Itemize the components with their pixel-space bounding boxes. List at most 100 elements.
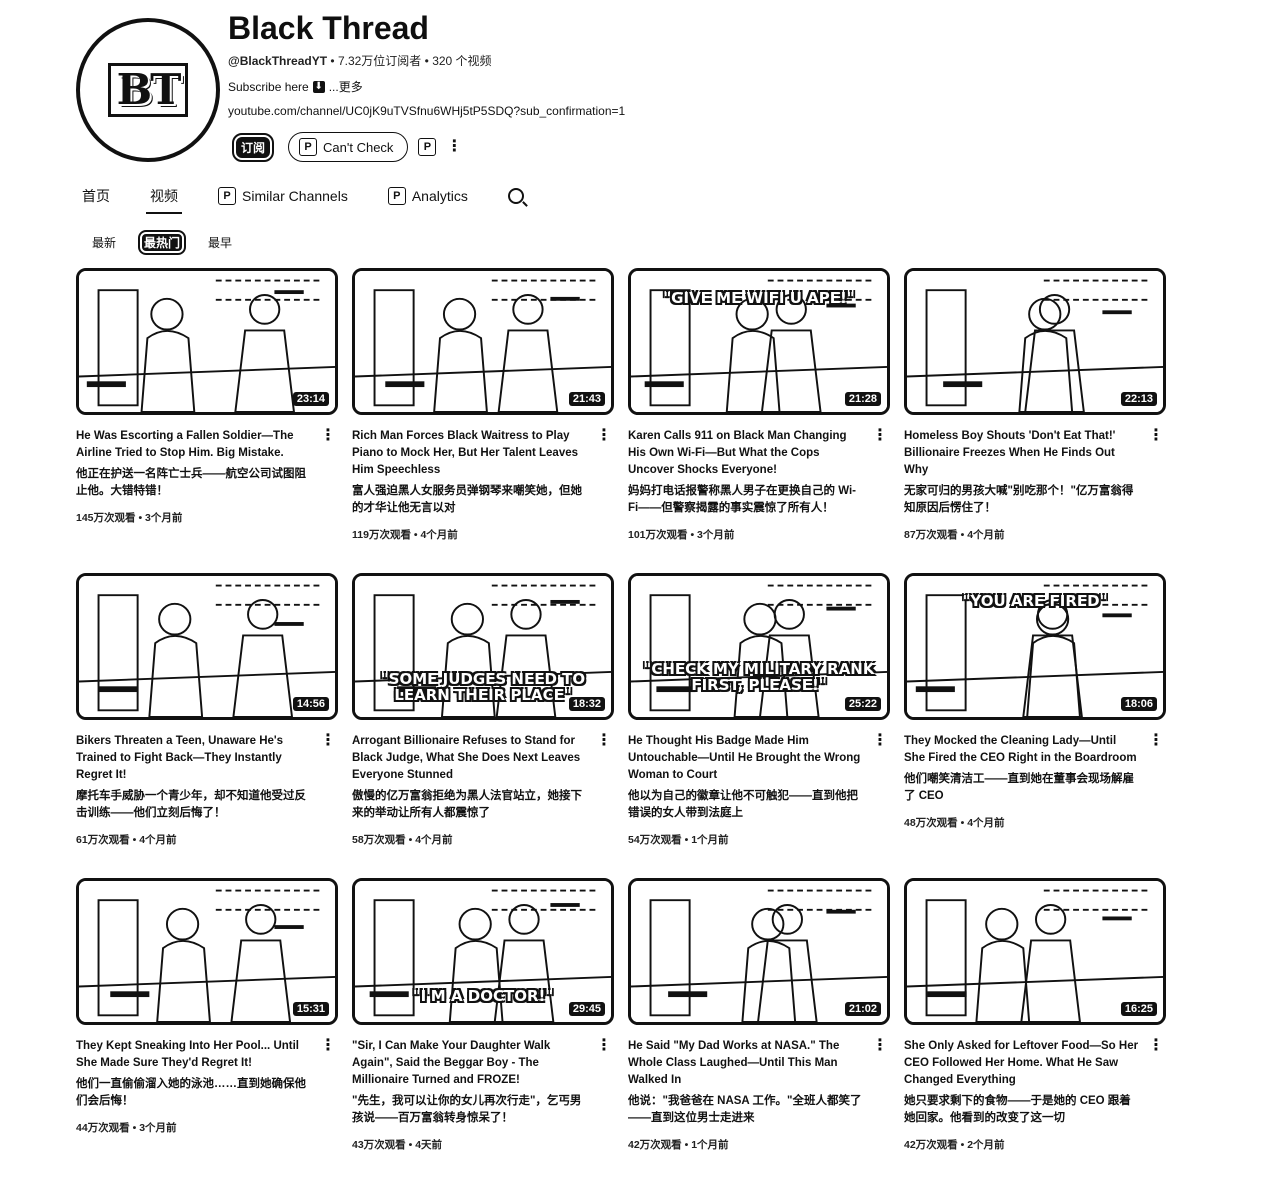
video-card[interactable]: "SOME JUDGES NEED TO LEARN THEIR PLACE" 1… xyxy=(352,573,614,846)
filter-popular[interactable]: 最热门 xyxy=(138,230,187,255)
video-title[interactable]: He Was Escorting a Fallen Soldier—The Ai… xyxy=(76,428,312,527)
more-vert-icon[interactable]: ⋮ xyxy=(596,733,612,749)
video-title[interactable]: He Thought His Badge Made Him Untouchabl… xyxy=(628,733,864,849)
video-title-translation: 他们嘲笑清洁工——直到她在董事会现场解雇了 CEO xyxy=(904,773,1134,802)
video-title-en[interactable]: She Only Asked for Leftover Food—So Her … xyxy=(904,1038,1140,1089)
video-stats: 119万次观看 • 4个月前 xyxy=(352,527,588,544)
video-title-en[interactable]: Homeless Boy Shouts 'Don't Eat That!' Bi… xyxy=(904,428,1140,479)
publish-age: 4个月前 xyxy=(967,817,1005,829)
thumbnail-image xyxy=(79,271,335,412)
channel-name: Black Thread xyxy=(228,10,429,46)
tab-home[interactable]: 首页 xyxy=(82,180,110,212)
video-thumbnail[interactable]: "GIVE ME WIFI U APE!" 21:28 xyxy=(628,268,890,415)
more-vert-icon[interactable]: ⋮ xyxy=(596,428,612,444)
video-title[interactable]: Arrogant Billionaire Refuses to Stand fo… xyxy=(352,733,588,849)
filter-oldest[interactable]: 最早 xyxy=(202,230,238,255)
video-title-en[interactable]: They Mocked the Cleaning Lady—Until She … xyxy=(904,733,1140,767)
video-thumbnail[interactable]: 21:43 xyxy=(352,268,614,415)
more-vert-icon[interactable]: ⋮ xyxy=(872,428,888,444)
video-card[interactable]: "GIVE ME WIFI U APE!" 21:28 Karen Calls 91… xyxy=(628,268,890,541)
cant-check-button[interactable]: P Can't Check xyxy=(288,132,409,162)
channel-logo: BT xyxy=(107,63,189,117)
tab-videos[interactable]: 视频 xyxy=(146,180,182,214)
channel-avatar[interactable]: BT xyxy=(76,18,220,162)
video-title-en[interactable]: Rich Man Forces Black Waitress to Play P… xyxy=(352,428,588,479)
video-title[interactable]: They Mocked the Cleaning Lady—Until She … xyxy=(904,733,1140,832)
video-card[interactable]: 16:25 She Only Asked for Leftover Food—So… xyxy=(904,878,1166,1151)
separator: • xyxy=(405,1139,416,1151)
publish-age: 4个月前 xyxy=(967,529,1005,541)
video-thumbnail[interactable]: 21:02 xyxy=(628,878,890,1025)
video-card[interactable]: "CHECK MY MILITARY RANK FIRST, PLEASE!" 2… xyxy=(628,573,890,846)
video-title[interactable]: Karen Calls 911 on Black Man Changing Hi… xyxy=(628,428,864,544)
video-duration: 18:06 xyxy=(1120,697,1157,711)
video-title-en[interactable]: He Was Escorting a Fallen Soldier—The Ai… xyxy=(76,428,312,462)
view-count: 42万次观看 xyxy=(904,1139,958,1151)
more-vert-icon[interactable]: ⋮ xyxy=(446,139,462,155)
thumbnail-image xyxy=(907,881,1163,1022)
video-title[interactable]: Bikers Threaten a Teen, Unaware He's Tra… xyxy=(76,733,312,849)
subscriber-count: 7.32万位订阅者 xyxy=(337,54,422,68)
video-card[interactable]: "YOU ARE FIRED" 18:06 They Mocked the Clea… xyxy=(904,573,1166,829)
more-vert-icon[interactable]: ⋮ xyxy=(1148,1038,1164,1054)
video-card[interactable]: "I'M A DOCTOR!" 29:45 "Sir, I Can Make You… xyxy=(352,878,614,1151)
more-vert-icon[interactable]: ⋮ xyxy=(872,1038,888,1054)
video-thumbnail[interactable]: "CHECK MY MILITARY RANK FIRST, PLEASE!" 2… xyxy=(628,573,890,720)
video-title[interactable]: She Only Asked for Leftover Food—So Her … xyxy=(904,1038,1140,1154)
video-thumbnail[interactable]: "YOU ARE FIRED" 18:06 xyxy=(904,573,1166,720)
subscribe-button[interactable]: 订阅 xyxy=(228,132,279,162)
sort-filters: 最新 最热门 最早 xyxy=(86,230,238,255)
more-vert-icon[interactable]: ⋮ xyxy=(872,733,888,749)
video-card[interactable]: 15:31 They Kept Sneaking Into Her Pool...… xyxy=(76,878,338,1134)
video-card[interactable]: 21:43 Rich Man Forces Black Waitress to P… xyxy=(352,268,614,541)
more-link[interactable]: ...更多 xyxy=(329,78,363,95)
video-thumbnail[interactable]: 16:25 xyxy=(904,878,1166,1025)
video-title-en[interactable]: He Thought His Badge Made Him Untouchabl… xyxy=(628,733,864,784)
video-thumbnail[interactable]: 15:31 xyxy=(76,878,338,1025)
video-card[interactable]: 14:56 Bikers Threaten a Teen, Unaware He'… xyxy=(76,573,338,846)
more-vert-icon[interactable]: ⋮ xyxy=(320,1038,336,1054)
more-vert-icon[interactable]: ⋮ xyxy=(320,733,336,749)
video-title[interactable]: Homeless Boy Shouts 'Don't Eat That!' Bi… xyxy=(904,428,1140,544)
publish-age: 4个月前 xyxy=(139,834,177,846)
video-count: 320 个视频 xyxy=(432,54,492,68)
video-card[interactable]: 23:14 He Was Escorting a Fallen Soldier—T… xyxy=(76,268,338,524)
video-card[interactable]: 21:02 He Said "My Dad Works at NASA." The… xyxy=(628,878,890,1151)
more-vert-icon[interactable]: ⋮ xyxy=(1148,428,1164,444)
video-title[interactable]: They Kept Sneaking Into Her Pool... Unti… xyxy=(76,1038,312,1137)
video-title[interactable]: Rich Man Forces Black Waitress to Play P… xyxy=(352,428,588,544)
channel-description[interactable]: Subscribe here ⬇ ...更多 xyxy=(228,78,363,95)
channel-url[interactable]: youtube.com/channel/UC0jK9uTVSfnu6WHj5tP… xyxy=(228,104,625,118)
more-vert-icon[interactable]: ⋮ xyxy=(596,1038,612,1054)
filter-latest[interactable]: 最新 xyxy=(86,230,122,255)
video-title-en[interactable]: They Kept Sneaking Into Her Pool... Unti… xyxy=(76,1038,312,1072)
video-thumbnail[interactable]: "I'M A DOCTOR!" 29:45 xyxy=(352,878,614,1025)
video-thumbnail[interactable]: "SOME JUDGES NEED TO LEARN THEIR PLACE" 1… xyxy=(352,573,614,720)
video-card[interactable]: 22:13 Homeless Boy Shouts 'Don't Eat That… xyxy=(904,268,1166,541)
video-title[interactable]: He Said "My Dad Works at NASA." The Whol… xyxy=(628,1038,864,1154)
video-thumbnail[interactable]: 22:13 xyxy=(904,268,1166,415)
video-title-translation: 她只要求剩下的食物——于是她的 CEO 跟着她回家。他看到的改变了这一切 xyxy=(904,1095,1131,1124)
view-count: 48万次观看 xyxy=(904,817,958,829)
channel-handle: @BlackThreadYT xyxy=(228,54,328,68)
video-thumbnail[interactable]: 14:56 xyxy=(76,573,338,720)
tab-analytics[interactable]: P Analytics xyxy=(387,180,468,212)
cant-check-label: Can't Check xyxy=(323,139,394,155)
video-title-en[interactable]: Bikers Threaten a Teen, Unaware He's Tra… xyxy=(76,733,312,784)
video-title-en[interactable]: He Said "My Dad Works at NASA." The Whol… xyxy=(628,1038,864,1089)
video-stats: 87万次观看 • 4个月前 xyxy=(904,527,1140,544)
video-title[interactable]: "Sir, I Can Make Your Daughter Walk Agai… xyxy=(352,1038,588,1154)
video-title-en[interactable]: "Sir, I Can Make Your Daughter Walk Agai… xyxy=(352,1038,588,1089)
view-count: 54万次观看 xyxy=(628,834,682,846)
more-vert-icon[interactable]: ⋮ xyxy=(320,428,336,444)
tab-similar-channels[interactable]: P Similar Channels xyxy=(218,180,348,212)
video-thumbnail[interactable]: 23:14 xyxy=(76,268,338,415)
publish-age: 4个月前 xyxy=(420,529,458,541)
video-duration: 16:25 xyxy=(1120,1002,1157,1016)
more-vert-icon[interactable]: ⋮ xyxy=(1148,733,1164,749)
tab-search[interactable] xyxy=(507,180,524,212)
extension-icon[interactable]: P xyxy=(418,138,437,156)
video-title-en[interactable]: Karen Calls 911 on Black Man Changing Hi… xyxy=(628,428,864,479)
video-title-en[interactable]: Arrogant Billionaire Refuses to Stand fo… xyxy=(352,733,588,784)
video-stats: 44万次观看 • 3个月前 xyxy=(76,1120,312,1137)
